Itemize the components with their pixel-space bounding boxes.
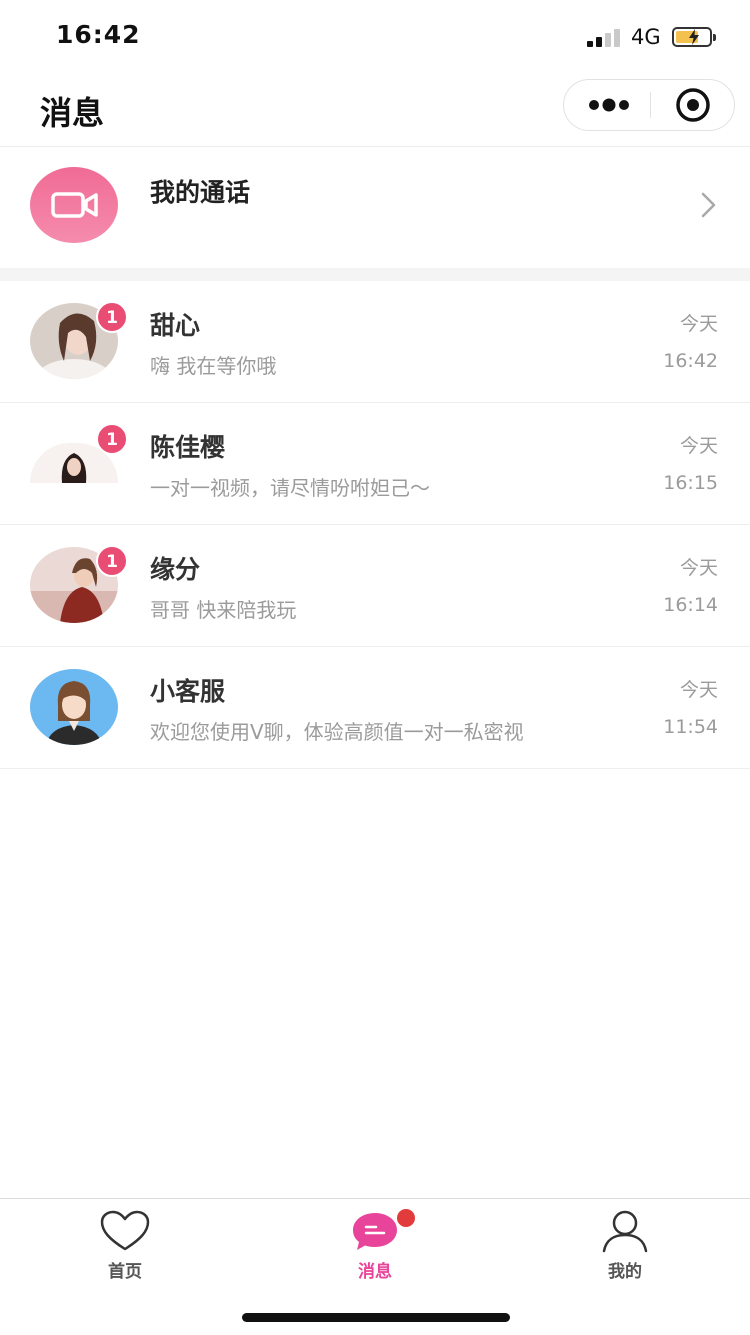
status-time: 16:42 xyxy=(56,20,141,49)
avatar-container: 1 xyxy=(30,423,128,501)
message-date: 今天 xyxy=(679,557,718,579)
message-date: 今天 xyxy=(679,435,718,457)
conversation-item[interactable]: 1 缘分 哥哥 快来陪我玩 今天 16:14 xyxy=(0,525,750,647)
message-time: 11:54 xyxy=(663,716,718,738)
section-divider xyxy=(0,268,750,281)
unread-badge: 1 xyxy=(96,301,128,333)
close-button[interactable] xyxy=(651,80,735,130)
status-bar: 16:42 4G xyxy=(0,0,750,74)
unread-badge: 1 xyxy=(96,545,128,577)
message-time: 16:15 xyxy=(663,472,718,494)
message-list: 1 甜心 嗨 我在等你哦 今天 16:42 1 陈佳樱 一对一视频，请尽情吩咐妲… xyxy=(0,281,750,769)
avatar-container: 1 xyxy=(30,545,128,623)
contact-name: 陈佳樱 xyxy=(150,433,226,462)
heart-icon xyxy=(100,1210,150,1251)
unread-badge: 1 xyxy=(96,423,128,455)
contact-name: 甜心 xyxy=(150,311,201,340)
cellular-signal-icon xyxy=(587,29,623,47)
target-close-icon xyxy=(676,88,710,122)
message-preview: 欢迎您使用V聊，体验高颜值一对一私密视 xyxy=(150,720,524,744)
message-time: 16:14 xyxy=(663,594,718,616)
message-date: 今天 xyxy=(679,313,718,335)
message-preview: 哥哥 快来陪我玩 xyxy=(150,598,297,622)
tab-profile[interactable]: 我的 xyxy=(500,1199,750,1295)
tab-messages[interactable]: 消息 xyxy=(250,1199,500,1295)
network-type: 4G xyxy=(631,25,661,49)
chevron-right-icon xyxy=(701,192,716,218)
charging-bolt-icon xyxy=(689,29,699,45)
contact-name: 缘分 xyxy=(150,555,201,584)
conversation-item[interactable]: 1 甜心 嗨 我在等你哦 今天 16:42 xyxy=(0,281,750,403)
nav-bar: 消息 xyxy=(0,74,750,147)
mini-program-capsule xyxy=(563,79,735,131)
video-camera-icon xyxy=(51,192,98,218)
tab-home[interactable]: 首页 xyxy=(0,1199,250,1295)
avatar-container: 1 xyxy=(30,301,128,379)
avatar-container xyxy=(30,669,118,745)
tab-home-label: 首页 xyxy=(108,1262,142,1282)
chat-bubble-icon xyxy=(353,1213,397,1250)
more-dots-icon xyxy=(589,98,629,112)
tab-profile-label: 我的 xyxy=(608,1262,642,1282)
message-preview: 一对一视频，请尽情吩咐妲己～ xyxy=(150,476,430,500)
call-icon-circle xyxy=(30,167,118,243)
page-title: 消息 xyxy=(40,94,105,132)
avatar[interactable] xyxy=(30,669,118,745)
notification-dot xyxy=(397,1209,415,1227)
conversation-item[interactable]: 1 陈佳樱 一对一视频，请尽情吩咐妲己～ 今天 16:15 xyxy=(0,403,750,525)
message-preview: 嗨 我在等你哦 xyxy=(150,354,277,378)
person-icon xyxy=(602,1210,648,1253)
more-button[interactable] xyxy=(564,80,650,130)
conversation-item[interactable]: 小客服 欢迎您使用V聊，体验高颜值一对一私密视 今天 11:54 xyxy=(0,647,750,769)
my-calls-entry[interactable]: 我的通话 xyxy=(0,147,750,268)
tab-messages-label: 消息 xyxy=(358,1262,392,1282)
battery-icon xyxy=(672,27,716,47)
message-time: 16:42 xyxy=(663,350,718,372)
contact-name: 小客服 xyxy=(150,677,226,706)
message-date: 今天 xyxy=(679,679,718,701)
my-calls-label: 我的通话 xyxy=(150,178,251,207)
home-indicator xyxy=(242,1313,510,1322)
